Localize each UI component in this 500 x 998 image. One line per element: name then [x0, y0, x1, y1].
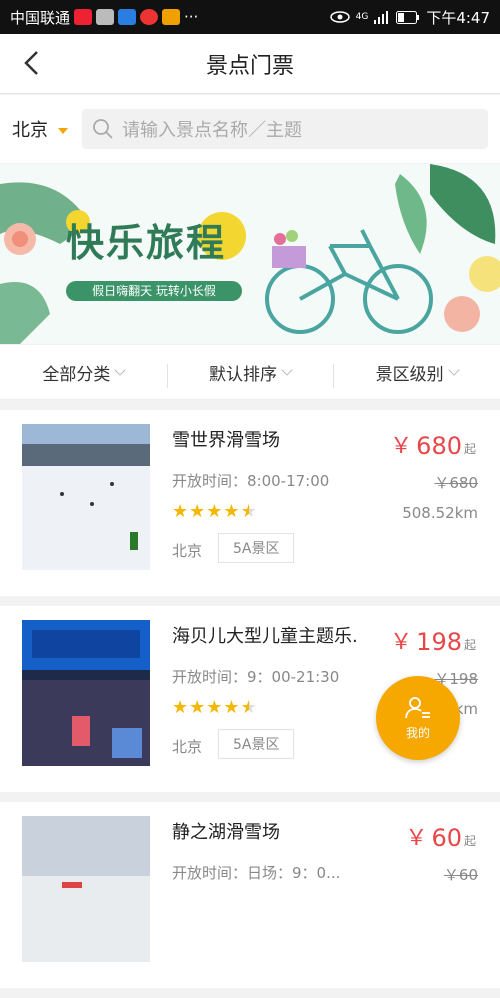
- filter-category-label: 全部分类: [42, 364, 111, 385]
- baidu-paw-icon: [118, 9, 137, 25]
- filter-sort[interactable]: 默认排序: [166, 360, 334, 388]
- filter-level-label: 景区级别: [375, 364, 444, 385]
- filter-bar: 全部分类 默认排序 景区级别: [0, 345, 500, 400]
- chevron-down-icon: [281, 364, 293, 376]
- price-currency: ￥: [405, 826, 428, 851]
- rating-stars: ★ ★ ★ ★ ★: [172, 699, 257, 717]
- price-suffix: 起: [463, 638, 476, 652]
- search-input[interactable]: 请输入景点名称／主题: [82, 109, 488, 149]
- promo-banner[interactable]: 快乐旅程 假日嗨翻天 玩转小长假: [0, 164, 500, 344]
- more-notifications: ···: [184, 8, 199, 26]
- star-icon: ★: [206, 697, 223, 718]
- back-button[interactable]: [16, 48, 46, 78]
- star-icon: ★: [223, 501, 240, 522]
- star-icon: ★: [223, 697, 240, 718]
- price: ￥ 60 起: [405, 820, 476, 852]
- clock: 下午4:47: [426, 8, 490, 27]
- attraction-name: 海贝儿大型儿童主题乐.: [172, 626, 358, 647]
- chevron-left-icon: [24, 51, 38, 75]
- list-item[interactable]: 静之湖滑雪场 开放时间：日场：9：0... ￥ 60 起 ￥60: [0, 802, 500, 988]
- carrier-label: 中国联通: [10, 8, 71, 27]
- chevron-down-icon: [114, 364, 126, 376]
- attraction-city: 北京: [172, 738, 203, 756]
- weibo-app-icon: [74, 9, 93, 25]
- star-icon: ★: [189, 501, 206, 522]
- price-suffix: 起: [463, 834, 476, 848]
- opening-hours: 开放时间：9：00-21:30: [172, 668, 340, 686]
- attraction-city: 北京: [172, 542, 203, 560]
- original-price: ￥60: [443, 866, 478, 884]
- original-price: ￥680: [434, 474, 478, 492]
- price: ￥ 198 起: [390, 624, 476, 656]
- eye-icon: [329, 11, 350, 23]
- price: ￥ 680 起: [390, 428, 476, 460]
- price-value: 198: [416, 628, 462, 656]
- banner-tagline: 假日嗨翻天 玩转小长假: [92, 284, 216, 298]
- caret-down-icon: [58, 128, 68, 134]
- price-value: 680: [416, 432, 462, 460]
- price-suffix: 起: [463, 442, 476, 456]
- star-icon: ★: [172, 697, 189, 718]
- top-bar: 景点门票: [0, 34, 500, 94]
- star-icon: ★: [189, 697, 206, 718]
- half-star-icon: ★: [240, 697, 257, 718]
- chevron-down-icon: [448, 364, 460, 376]
- filter-category[interactable]: 全部分类: [0, 360, 167, 385]
- app-icon: [140, 9, 159, 25]
- my-account-label: 我的: [405, 725, 430, 740]
- signal-icon: [374, 11, 389, 24]
- filter-level[interactable]: 景区级别: [333, 360, 500, 388]
- rating-stars: ★ ★ ★ ★ ★: [172, 503, 257, 521]
- attraction-name: 雪世界滑雪场: [172, 430, 280, 451]
- half-star-icon: ★: [240, 501, 257, 522]
- search-icon: [93, 119, 113, 139]
- user-list-icon: [405, 696, 430, 718]
- level-badge: 5A景区: [218, 729, 295, 759]
- network-type: 4G: [355, 12, 369, 22]
- battery-icon: [396, 10, 420, 24]
- attraction-photo: [22, 620, 150, 766]
- level-badge: 5A景区: [218, 533, 295, 563]
- page-title: 景点门票: [205, 53, 294, 79]
- filter-sort-label: 默认排序: [209, 364, 277, 385]
- star-icon: ★: [206, 501, 223, 522]
- banner-headline: 快乐旅程: [66, 221, 227, 265]
- app-icon: [162, 9, 181, 25]
- attraction-photo: [22, 816, 150, 962]
- city-label: 北京: [12, 120, 48, 141]
- price-value: 60: [431, 824, 462, 852]
- search-row: 北京 请输入景点名称／主题: [0, 95, 500, 163]
- price-currency: ￥: [390, 630, 413, 655]
- my-account-button[interactable]: 我的: [376, 676, 460, 760]
- opening-hours: 开放时间：日场：9：0...: [172, 864, 341, 882]
- search-placeholder: 请输入景点名称／主题: [122, 120, 302, 141]
- opening-hours: 开放时间：8:00-17:00: [172, 472, 330, 490]
- status-bar: 中国联通 ··· 4G 下午4:47: [0, 0, 500, 34]
- attraction-photo: [22, 424, 150, 570]
- attraction-name: 静之湖滑雪场: [172, 822, 280, 843]
- app-icon: [96, 9, 115, 25]
- distance: 508.52km: [402, 504, 478, 522]
- list-item[interactable]: 雪世界滑雪场 开放时间：8:00-17:00 ★ ★ ★ ★ ★ 北京 5A景区…: [0, 410, 500, 596]
- city-selector[interactable]: 北京: [12, 116, 82, 142]
- star-icon: ★: [172, 501, 189, 522]
- price-currency: ￥: [390, 434, 413, 459]
